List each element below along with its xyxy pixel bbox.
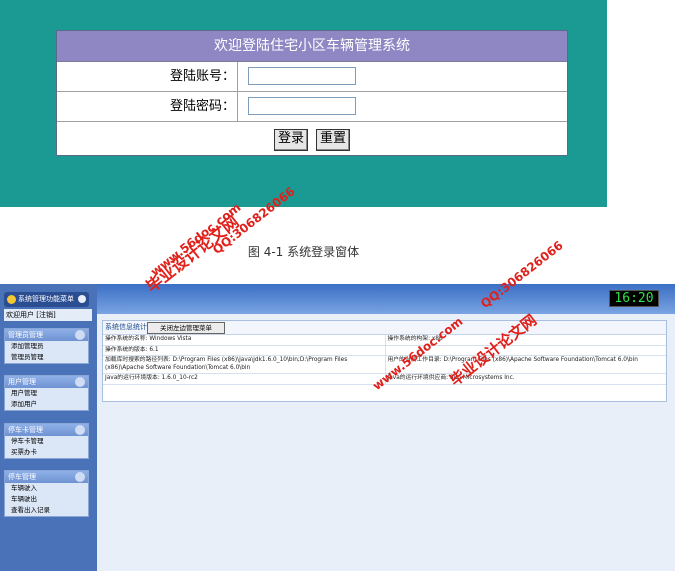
menu-group-parking: 停车管理 车辆驶入 车辆驶出 查看出入记录 <box>4 470 89 517</box>
info-cell: 用户的当前工作目录: D:\Program Files (x86)\Apache… <box>384 356 667 373</box>
sidebar-title: 系统管理功能菜单 <box>18 295 74 303</box>
sidebar-item-vehicle-in[interactable]: 车辆驶入 <box>5 483 88 494</box>
sidebar-item-buy-card[interactable]: 买票办卡 <box>5 447 88 458</box>
login-title: 欢迎登陆住宅小区车辆管理系统 <box>57 31 567 62</box>
menu-group-title: 停车管理 <box>8 473 36 481</box>
sidebar-user-bar[interactable]: 欢迎用户 [注销] <box>4 309 92 321</box>
info-cell: Java的运行环境版本: 1.6.0_10-rc2 <box>105 375 198 381</box>
sidebar-item-records[interactable]: 查看出入记录 <box>5 505 88 516</box>
menu-group-admins: 管理员管理 添加管理员 管理员管理 <box>4 328 89 364</box>
system-info-panel: 系统信息统计 关闭左边管理菜单 操作系统的名称: Windows Vista 操… <box>102 320 667 402</box>
login-actions: 登录 重置 <box>57 122 567 158</box>
admin-screenshot: 系统管理功能菜单 欢迎用户 [注销] 管理员管理 添加管理员 管理员管理 用户管… <box>0 284 675 571</box>
sidebar-item-add-user[interactable]: 添加用户 <box>5 399 88 410</box>
menu-group-users: 用户管理 用户管理 添加用户 <box>4 375 89 411</box>
sidebar-item-manage-cards[interactable]: 停车卡管理 <box>5 436 88 447</box>
menu-group-header[interactable]: 停车管理 <box>5 471 88 483</box>
expand-icon[interactable] <box>75 377 85 387</box>
info-row: 操作系统的名称: Windows Vista 操作系统的构架: x86 <box>103 335 666 346</box>
info-cell: 加载库时搜索的路径列表: D:\Program Files (x86)\Java… <box>105 357 348 371</box>
info-panel-header: 系统信息统计 关闭左边管理菜单 <box>103 321 666 335</box>
expand-icon[interactable] <box>75 425 85 435</box>
menu-group-title: 用户管理 <box>8 378 36 386</box>
sidebar-item-add-admin[interactable]: 添加管理员 <box>5 341 88 352</box>
password-row: 登陆密码： <box>57 92 567 122</box>
info-cell: 操作系统的名称: Windows Vista <box>105 336 192 342</box>
reset-button[interactable]: 重置 <box>316 129 351 151</box>
menu-logo-icon <box>7 294 16 304</box>
info-row: 操作系统的版本: 6.1 <box>103 345 666 356</box>
expand-icon[interactable] <box>75 472 85 482</box>
sidebar-item-manage-admins[interactable]: 管理员管理 <box>5 352 88 363</box>
info-cell: Java的运行环境供应商: Sun Microsystems Inc. <box>384 374 667 384</box>
login-screenshot: 欢迎登陆住宅小区车辆管理系统 登陆账号： 登陆密码： 登录 重置 <box>0 0 607 207</box>
account-input[interactable] <box>248 67 356 85</box>
admin-sidebar: 系统管理功能菜单 欢迎用户 [注销] 管理员管理 添加管理员 管理员管理 用户管… <box>0 284 97 571</box>
login-button[interactable]: 登录 <box>273 129 308 151</box>
close-menu-button[interactable]: 关闭左边管理菜单 <box>147 322 225 334</box>
figure-caption: 图 4-1 系统登录窗体 <box>247 245 360 259</box>
admin-main: 系统信息统计 关闭左边管理菜单 操作系统的名称: Windows Vista 操… <box>97 314 675 571</box>
password-input[interactable] <box>248 97 356 115</box>
account-row: 登陆账号： <box>57 62 567 92</box>
collapse-icon[interactable] <box>78 295 86 303</box>
menu-group-title: 管理员管理 <box>8 331 43 339</box>
info-cell: 操作系统的版本: 6.1 <box>105 346 159 353</box>
info-panel-title: 系统信息统计 <box>105 323 147 331</box>
sidebar-header: 系统管理功能菜单 <box>4 292 89 307</box>
admin-topbar: 16:20 <box>97 284 675 314</box>
expand-icon[interactable] <box>75 330 85 340</box>
sidebar-item-manage-users[interactable]: 用户管理 <box>5 388 88 399</box>
password-label: 登陆密码： <box>57 92 238 121</box>
menu-group-header[interactable]: 管理员管理 <box>5 329 88 341</box>
account-label: 登陆账号： <box>57 62 238 91</box>
login-form: 欢迎登陆住宅小区车辆管理系统 登陆账号： 登陆密码： 登录 重置 <box>56 30 568 156</box>
menu-group-header[interactable]: 停车卡管理 <box>5 424 88 436</box>
sidebar-item-vehicle-out[interactable]: 车辆驶出 <box>5 494 88 505</box>
clock-display: 16:20 <box>609 290 659 307</box>
menu-group-header[interactable]: 用户管理 <box>5 376 88 388</box>
menu-group-title: 停车卡管理 <box>8 426 43 434</box>
menu-group-cards: 停车卡管理 停车卡管理 买票办卡 <box>4 423 89 459</box>
